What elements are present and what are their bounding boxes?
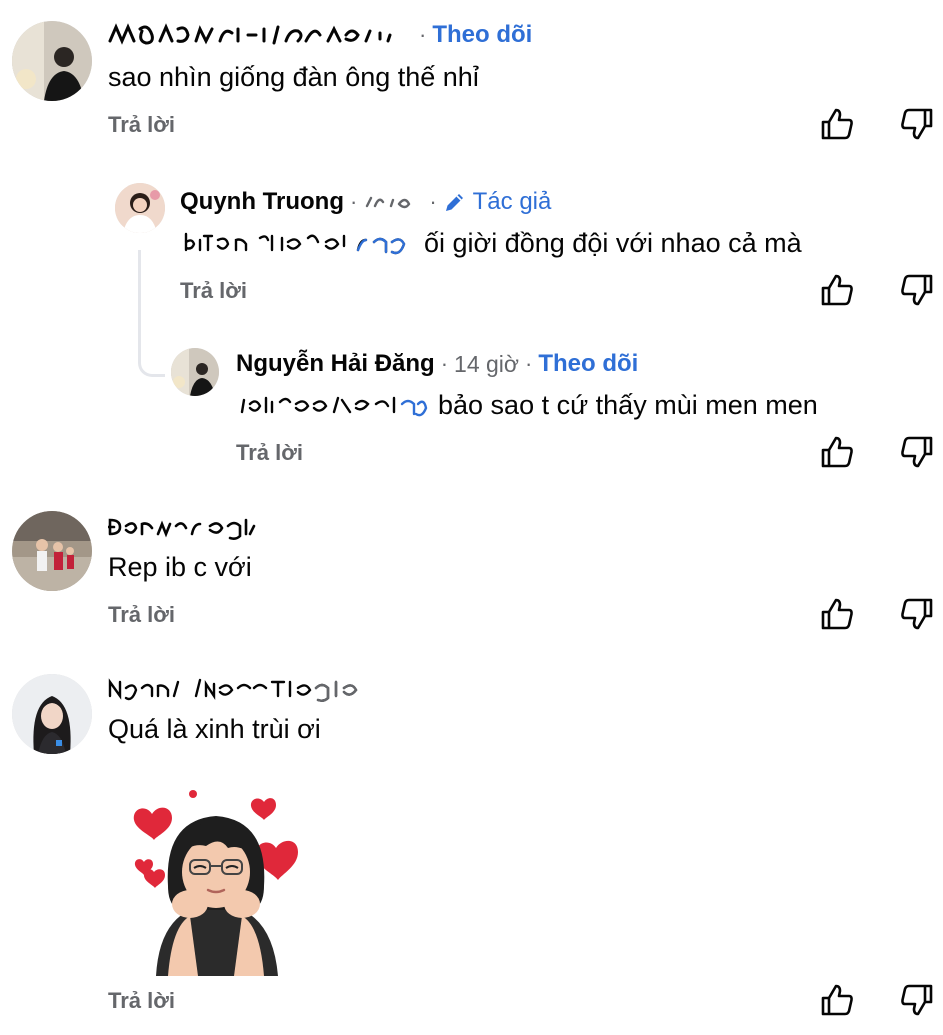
- follow-link[interactable]: Theo dõi: [538, 349, 638, 379]
- follow-link[interactable]: Theo dõi: [432, 20, 532, 50]
- avatar[interactable]: [12, 21, 92, 101]
- thumbs-up-icon: [821, 108, 853, 140]
- comment-text: ối giời đồng đội với nhao cả mà: [182, 226, 802, 260]
- avatar[interactable]: [12, 674, 92, 754]
- comment-time: 14 giờ: [454, 351, 519, 377]
- redacted-name: [108, 678, 358, 702]
- redacted-mention[interactable]: [238, 390, 428, 420]
- separator-dot: ·: [525, 351, 533, 376]
- like-button[interactable]: [819, 596, 855, 632]
- thread-line: [138, 250, 141, 360]
- avatar[interactable]: [171, 348, 219, 396]
- avatar-photo: [12, 21, 92, 101]
- comment-header: Quynh Truong · · Tác giả: [180, 187, 551, 217]
- redacted-time: [366, 196, 411, 209]
- separator-dot: ·: [419, 22, 427, 47]
- pencil-icon: [445, 194, 463, 211]
- comment-text: sao nhìn giống đàn ông thế nhỉ: [108, 62, 479, 92]
- thumbs-up-icon: [821, 436, 853, 468]
- comment-text: bảo sao t cứ thấy mùi men men: [238, 388, 818, 422]
- comment-header: Nguyễn Hải Đăng · 14 giờ · Theo dõi: [236, 349, 638, 379]
- commenter-name[interactable]: Nguyễn Hải Đăng: [236, 349, 435, 379]
- thumbs-down-icon: [901, 108, 933, 140]
- comment-text: Rep ib c với: [108, 552, 252, 582]
- thread-line-curve: [138, 358, 165, 377]
- dislike-button[interactable]: [899, 434, 935, 470]
- dislike-button[interactable]: [899, 106, 935, 142]
- reply-link[interactable]: Trả lời: [180, 278, 247, 304]
- thumbs-down-icon: [901, 436, 933, 468]
- like-button[interactable]: [819, 106, 855, 142]
- avatar-photo: [171, 348, 219, 396]
- separator-dot: ·: [440, 351, 449, 376]
- comment-header: · Theo dõi: [108, 20, 532, 50]
- comment-header: [108, 512, 260, 540]
- like-button[interactable]: [819, 434, 855, 470]
- reply-link[interactable]: Trả lời: [236, 440, 303, 466]
- author-badge-label: Tác giả: [472, 188, 552, 215]
- redacted-name: [108, 518, 256, 540]
- like-button[interactable]: [819, 272, 855, 308]
- reply-link[interactable]: Trả lời: [108, 602, 175, 628]
- thumbs-up-icon: [821, 274, 853, 306]
- heart-eyes-sticker[interactable]: [128, 786, 304, 976]
- avatar-photo: [115, 183, 165, 233]
- redacted-name: [108, 23, 392, 45]
- avatar-photo: [12, 674, 92, 754]
- dislike-button[interactable]: [899, 596, 935, 632]
- reply-link[interactable]: Trả lời: [108, 988, 175, 1014]
- thumbs-down-icon: [901, 598, 933, 630]
- reply-link[interactable]: Trả lời: [108, 112, 175, 138]
- avatar[interactable]: [12, 511, 92, 591]
- dislike-button[interactable]: [899, 272, 935, 308]
- comment-text-body: ối giời đồng đội với nhao cả mà: [424, 228, 802, 258]
- sticker-image: [133, 790, 298, 976]
- commenter-name[interactable]: Quynh Truong: [180, 187, 344, 217]
- redacted-mention[interactable]: [182, 228, 414, 258]
- avatar-photo: [12, 511, 92, 591]
- comment-header: [108, 674, 370, 702]
- author-badge: Tác giả: [443, 187, 552, 217]
- dislike-button[interactable]: [899, 982, 935, 1018]
- comment-text-body: bảo sao t cứ thấy mùi men men: [438, 390, 818, 420]
- thumbs-down-icon: [901, 984, 933, 1016]
- thumbs-down-icon: [901, 274, 933, 306]
- thumbs-up-icon: [821, 984, 853, 1016]
- separator-dot: ·: [349, 189, 358, 214]
- separator-dot: ·: [429, 189, 437, 214]
- comment-text: Quá là xinh trùi ơi: [108, 714, 321, 744]
- avatar[interactable]: [115, 183, 165, 233]
- thumbs-up-icon: [821, 598, 853, 630]
- like-button[interactable]: [819, 982, 855, 1018]
